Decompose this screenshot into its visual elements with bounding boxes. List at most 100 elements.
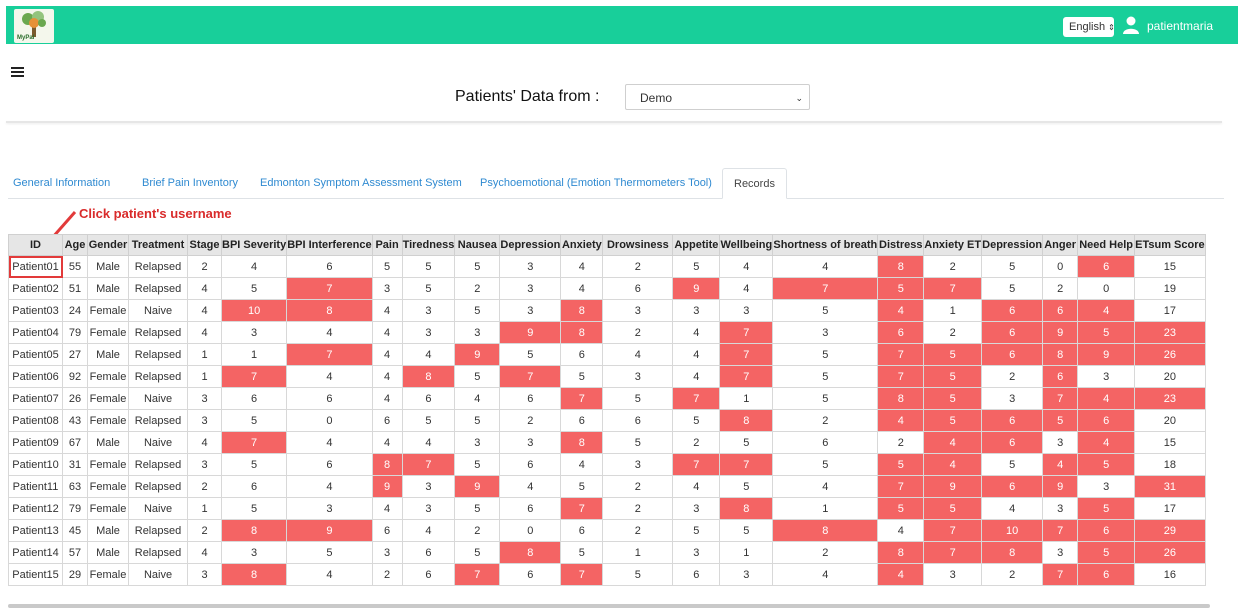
column-header[interactable]: Gender	[87, 234, 129, 256]
table-cell: 6	[401, 563, 456, 586]
table-row: Patient10 31 Female Relapsed 3 5 6 8 7 5 6 4 3 7 7 5 5 4 5…	[8, 453, 1206, 476]
table-cell: 7	[877, 343, 925, 366]
table-cell: 5	[981, 255, 1044, 278]
table-cell: 9	[923, 475, 983, 498]
table-cell: 5	[499, 343, 562, 366]
patient-username-link[interactable]: Patient04	[8, 321, 63, 344]
table-cell: 4	[772, 255, 879, 278]
table-cell: 7	[560, 563, 604, 586]
patient-username-link[interactable]: Patient07	[8, 387, 63, 410]
language-select[interactable]: English ⇕	[1063, 17, 1115, 37]
table-cell: 2	[602, 519, 674, 542]
select-caret-icon: ⇕	[1108, 23, 1115, 32]
table-cell: 5	[772, 453, 879, 476]
patient-username-link[interactable]: Patient09	[8, 431, 63, 454]
tab-general-information[interactable]: General Information	[13, 168, 110, 198]
column-header[interactable]: ETsum Score	[1134, 234, 1206, 256]
records-table-container[interactable]: ID Age Gender Treatment Stage BPI Severity BPI…	[8, 234, 1208, 609]
patient-username-link[interactable]: Patient01	[8, 255, 63, 278]
tab-edmonton-symptom-assessment[interactable]: Edmonton Symptom Assessment System	[260, 168, 462, 198]
column-header[interactable]: Treatment	[128, 234, 188, 256]
table-cell: 24	[62, 299, 88, 322]
table-cell: 92	[62, 365, 88, 388]
table-cell: 4	[187, 299, 222, 322]
table-cell: 6	[1077, 519, 1136, 542]
table-cell: Female	[87, 321, 129, 344]
column-header[interactable]: Depression	[981, 234, 1044, 256]
table-cell: 16	[1134, 563, 1206, 586]
table-cell: 5	[454, 255, 501, 278]
table-cell: Male	[87, 541, 129, 564]
table-cell: 9	[371, 475, 403, 498]
table-cell: 9	[1042, 321, 1079, 344]
table-cell: 4	[719, 255, 774, 278]
table-cell: 8	[560, 431, 604, 454]
table-cell: 4	[401, 343, 456, 366]
column-header[interactable]: Anxiety	[560, 234, 604, 256]
patient-username-link[interactable]: Patient05	[8, 343, 63, 366]
table-cell: 3	[672, 299, 721, 322]
table-cell: 7	[286, 343, 373, 366]
table-cell: 6	[220, 387, 288, 410]
table-cell: 1	[187, 365, 222, 388]
table-cell: Female	[87, 387, 129, 410]
table-cell: 6	[499, 497, 562, 520]
column-header[interactable]: Appetite	[672, 234, 721, 256]
patient-username-link[interactable]: Patient02	[8, 277, 63, 300]
user-icon[interactable]	[1123, 16, 1139, 34]
patient-username-link[interactable]: Patient03	[8, 299, 63, 322]
column-header[interactable]: BPI Interference	[286, 234, 373, 256]
username-link[interactable]: patientmaria	[1147, 19, 1213, 33]
table-cell: 3	[499, 255, 562, 278]
table-cell: 3	[401, 299, 456, 322]
table-cell: 5	[220, 497, 288, 520]
column-header[interactable]: Shortness of breath	[772, 234, 879, 256]
column-header[interactable]: Distress	[877, 234, 925, 256]
patient-username-link[interactable]: Patient14	[8, 541, 63, 564]
tab-brief-pain-inventory[interactable]: Brief Pain Inventory	[142, 168, 238, 198]
column-header[interactable]: Depression	[499, 234, 562, 256]
table-cell: 4	[286, 475, 373, 498]
table-cell: 9	[454, 475, 501, 498]
patient-username-link[interactable]: Patient11	[8, 475, 63, 498]
patient-username-link[interactable]: Patient10	[8, 453, 63, 476]
column-header[interactable]: Wellbeing	[719, 234, 774, 256]
data-source-select[interactable]: Demo ⌄	[625, 84, 810, 110]
table-cell: 2	[923, 321, 983, 344]
table-cell: 6	[560, 519, 604, 542]
table-cell: 7	[772, 277, 879, 300]
column-header[interactable]: Anger	[1042, 234, 1079, 256]
patient-username-link[interactable]: Patient12	[8, 497, 63, 520]
table-cell: 4	[560, 453, 604, 476]
column-header[interactable]: Drowsiness	[602, 234, 674, 256]
table-cell: 8	[560, 321, 604, 344]
table-cell: Naive	[128, 299, 188, 322]
table-cell: 5	[719, 519, 774, 542]
patient-username-link[interactable]: Patient13	[8, 519, 63, 542]
column-header[interactable]: Need Help	[1077, 234, 1136, 256]
tab-records[interactable]: Records	[722, 168, 787, 199]
patient-username-link[interactable]: Patient06	[8, 365, 63, 388]
column-header[interactable]: Nausea	[454, 234, 501, 256]
table-cell: 4	[371, 343, 403, 366]
table-row: Patient13 45 Male Relapsed 2 8 9 6 4 2 0 6 2 5 5 8 4 7 10 7…	[8, 519, 1206, 542]
table-cell: 7	[719, 365, 774, 388]
table-cell: 4	[187, 431, 222, 454]
column-header[interactable]: Anxiety ET	[923, 234, 983, 256]
column-header[interactable]: Tiredness	[401, 234, 456, 256]
column-header[interactable]: Stage	[187, 234, 222, 256]
patient-username-link[interactable]: Patient15	[8, 563, 63, 586]
table-cell: 4	[981, 497, 1044, 520]
column-header[interactable]: ID	[8, 234, 63, 256]
table-cell: 9	[1042, 475, 1079, 498]
table-cell: 8	[220, 563, 288, 586]
patient-username-link[interactable]: Patient08	[8, 409, 63, 432]
column-header[interactable]: BPI Severity	[220, 234, 288, 256]
hamburger-menu-icon[interactable]	[11, 67, 24, 78]
app-logo[interactable]: MyPal	[14, 9, 54, 43]
column-header[interactable]: Age	[62, 234, 88, 256]
table-cell: 5	[772, 365, 879, 388]
horizontal-scrollbar[interactable]	[8, 604, 1210, 608]
column-header[interactable]: Pain	[371, 234, 403, 256]
tab-psychoemotional[interactable]: Psychoemotional (Emotion Thermometers To…	[480, 168, 712, 198]
